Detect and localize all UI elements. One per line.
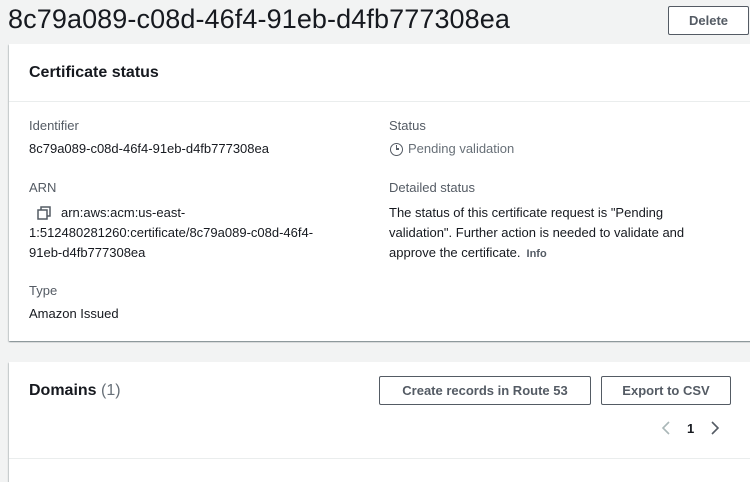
create-records-route53-button[interactable]: Create records in Route 53 — [379, 376, 591, 405]
detailed-status-line-3: approve the certificate. — [389, 245, 521, 260]
export-csv-button[interactable]: Export to CSV — [601, 376, 731, 405]
pagination: 1 — [659, 418, 722, 438]
detailed-status-value: The status of this certificate request i… — [389, 203, 734, 264]
status-label: Status — [389, 118, 426, 133]
delete-button[interactable]: Delete — [668, 6, 749, 35]
arn-value: arn:aws:acm:us-east- 1:512480281260:cert… — [29, 203, 369, 263]
type-label: Type — [29, 283, 58, 298]
domains-heading: Domains (1) — [29, 382, 121, 400]
type-value: Amazon Issued — [29, 306, 119, 321]
clock-icon — [390, 142, 403, 156]
chevron-left-icon[interactable] — [659, 421, 673, 435]
arn-line-2: 1:512480281260:certificate/8c79a089-c08d… — [29, 225, 314, 240]
page-number[interactable]: 1 — [687, 421, 694, 436]
status-value: Pending validation — [390, 139, 514, 159]
domains-count: (1) — [101, 382, 121, 399]
domains-divider — [9, 458, 750, 459]
identifier-label: Identifier — [29, 118, 79, 133]
chevron-right-icon[interactable] — [708, 421, 722, 435]
detailed-status-line-2: validation". Further action is needed to… — [389, 225, 685, 240]
domains-heading-text: Domains — [29, 382, 97, 399]
arn-line-3: 91eb-d4fb777308ea — [29, 245, 146, 260]
certificate-status-header: Certificate status — [9, 44, 750, 102]
status-text: Pending validation — [408, 141, 515, 156]
certificate-status-panel: Certificate status Identifier 8c79a089-c… — [9, 44, 750, 341]
arn-line-1: arn:aws:acm:us-east- — [61, 205, 186, 220]
page-title: 8c79a089-c08d-46f4-91eb-d4fb777308ea — [8, 4, 511, 34]
domains-panel: Domains (1) Create records in Route 53 E… — [9, 362, 750, 482]
certificate-status-heading: Certificate status — [29, 64, 159, 81]
info-link[interactable]: Info — [527, 248, 547, 260]
identifier-value: 8c79a089-c08d-46f4-91eb-d4fb777308ea — [29, 141, 269, 156]
detailed-status-line-1: The status of this certificate request i… — [389, 205, 664, 220]
detailed-status-label: Detailed status — [389, 180, 475, 195]
page-header: 8c79a089-c08d-46f4-91eb-d4fb777308ea Del… — [0, 0, 750, 44]
arn-label: ARN — [29, 180, 57, 195]
